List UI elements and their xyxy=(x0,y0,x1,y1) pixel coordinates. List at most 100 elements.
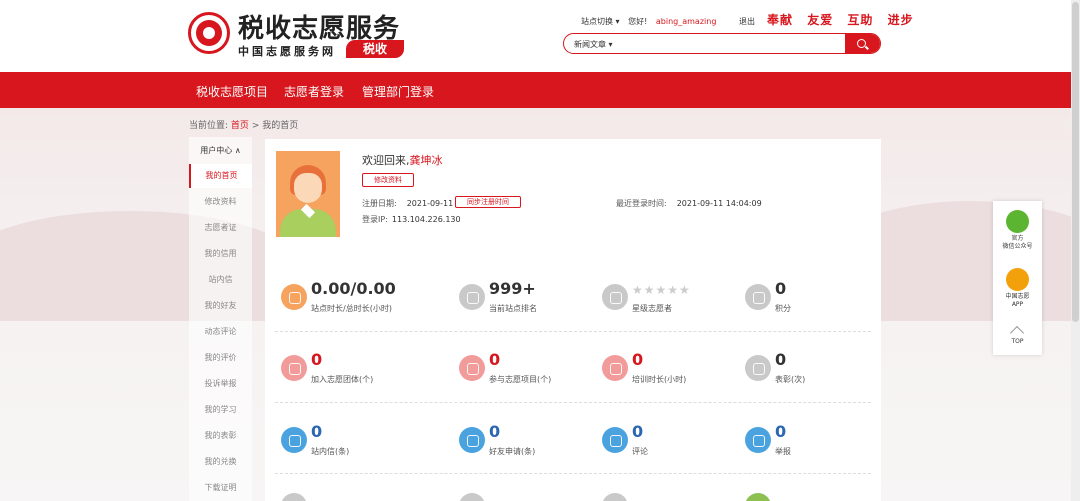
comment-icon xyxy=(602,427,628,453)
sidebar-item-evaluations[interactable]: 我的评价 xyxy=(189,346,252,370)
site-switch-link[interactable]: 站点切换 ▾ xyxy=(581,17,620,26)
breadcrumb: 当前位置: 首页 > 我的首页 xyxy=(189,118,298,131)
username-link[interactable]: abing_amazing xyxy=(656,17,717,26)
sidebar-item-honors[interactable]: 我的表彰 xyxy=(189,424,252,448)
site-header: 税收志愿服务 中国志愿服务网 税收 站点切换 ▾ 您好! abing_amazi… xyxy=(0,0,1080,72)
back-to-top-button[interactable]: TOP xyxy=(993,338,1042,346)
stat-number: 0 xyxy=(311,422,323,441)
partial-stat-icon xyxy=(281,493,307,501)
stat-label: 加入志愿团体(个) xyxy=(311,375,374,384)
nav-item-volunteer-login[interactable]: 志愿者登录 xyxy=(284,83,344,100)
welcome-prefix: 欢迎回来, xyxy=(362,154,410,167)
send-icon xyxy=(745,427,771,453)
stat-groups[interactable]: 0 加入志愿团体(个) xyxy=(281,351,421,391)
partial-stat-icon xyxy=(745,493,771,501)
site-subtitle: 中国志愿服务网 xyxy=(238,45,336,58)
partial-stat-icon xyxy=(602,493,628,501)
sidebar-item-certificate[interactable]: 下载证明 xyxy=(189,476,252,500)
stat-comments[interactable]: 0 评论 xyxy=(602,423,742,463)
medal-icon xyxy=(745,355,771,381)
register-date-value: 2021-09-11 xyxy=(406,199,454,208)
stat-projects[interactable]: 0 参与志愿项目(个) xyxy=(459,351,599,391)
sidebar-head[interactable]: 用户中心 ∧ xyxy=(189,145,252,156)
stat-honors[interactable]: 0 表彰(次) xyxy=(745,351,885,391)
sidebar-item-friends[interactable]: 我的好友 xyxy=(189,294,252,318)
avatar[interactable] xyxy=(276,151,340,237)
sidebar-item-volunteer-card[interactable]: 志愿者证 xyxy=(189,216,252,240)
breadcrumb-home-link[interactable]: 首页 xyxy=(231,121,249,131)
sidebar-item-home[interactable]: 我的首页 xyxy=(189,164,252,188)
login-ip-label: 登录IP: xyxy=(362,215,388,224)
divider xyxy=(275,331,871,332)
site-tag: 税收 xyxy=(346,40,404,58)
last-login-value: 2021-09-11 14:04:09 xyxy=(676,199,762,208)
profile-panel: 欢迎回来,龚坤冰 修改资料 注册日期: 2021-09-11 同步注册时间 最近登… xyxy=(265,139,881,501)
sidebar-item-comments[interactable]: 动态评论 xyxy=(189,320,252,344)
edit-profile-button[interactable]: 修改资料 xyxy=(362,173,414,187)
phone-app-icon[interactable] xyxy=(1006,268,1029,291)
breadcrumb-current: 我的首页 xyxy=(262,121,299,131)
sidebar-item-complaints[interactable]: 投诉举报 xyxy=(189,372,252,396)
divider xyxy=(275,402,871,403)
top-links: 站点切换 ▾ 您好! abing_amazing 退出 xyxy=(581,16,761,27)
wechat-icon[interactable] xyxy=(1006,210,1029,233)
sidebar-item-exchange[interactable]: 我的兑换 xyxy=(189,450,252,474)
stat-number: 0 xyxy=(632,422,644,441)
page-scrollbar[interactable] xyxy=(1071,0,1080,501)
stat-number: 0.00/0.00 xyxy=(311,279,396,298)
mail-icon xyxy=(281,427,307,453)
coins-icon xyxy=(745,284,771,310)
stat-training[interactable]: 0 培训时长(小时) xyxy=(602,351,742,391)
breadcrumb-sep: > xyxy=(251,121,260,131)
stat-label: 培训时长(小时) xyxy=(632,375,687,384)
divider xyxy=(275,473,871,474)
app-label[interactable]: 中国志愿 APP xyxy=(993,293,1042,309)
stat-friend-requests[interactable]: 0 好友申请(条) xyxy=(459,423,599,463)
logout-link[interactable]: 退出 xyxy=(739,17,755,26)
stat-duration[interactable]: 0.00/0.00 站点时长/总时长(小时) xyxy=(281,280,421,320)
stat-number: 0 xyxy=(489,350,501,369)
nav-item-admin-login[interactable]: 管理部门登录 xyxy=(362,83,434,100)
slogan: 奉献 友爱 互助 进步 xyxy=(767,11,923,28)
user-display-name: 龚坤冰 xyxy=(409,154,443,167)
search-bar[interactable]: 新闻文章 ▾ xyxy=(563,33,881,54)
sync-register-time-button[interactable]: 同步注册时间 xyxy=(455,196,521,208)
sidebar-item-messages[interactable]: 站内信 xyxy=(189,268,252,292)
stat-rank[interactable]: 999+ 当前站点排名 xyxy=(459,280,599,320)
stat-label: 站内信(条) xyxy=(311,447,350,456)
clipboard-icon xyxy=(459,355,485,381)
stat-label: 举报 xyxy=(775,447,791,456)
stat-messages[interactable]: 0 站内信(条) xyxy=(281,423,421,463)
stat-label: 好友申请(条) xyxy=(489,447,536,456)
last-login-label: 最近登录时间: xyxy=(616,199,667,208)
stat-label: 积分 xyxy=(775,304,791,313)
star-rating: ★★★★★ xyxy=(632,283,691,297)
floating-toolbar: 官方 微信公众号 中国志愿 APP TOP xyxy=(993,201,1042,355)
stat-reports[interactable]: 0 举报 xyxy=(745,423,885,463)
slogan-word: 进步 xyxy=(887,13,914,27)
sidebar-item-edit-profile[interactable]: 修改资料 xyxy=(189,190,252,214)
clock-icon xyxy=(602,355,628,381)
stat-star-level[interactable]: ★★★★★ 星级志愿者 xyxy=(602,280,742,320)
stat-points[interactable]: 0 积分 xyxy=(745,280,885,320)
stat-label: 当前站点排名 xyxy=(489,304,537,313)
last-login: 最近登录时间: 2021-09-11 14:04:09 xyxy=(616,198,762,209)
stat-number: 0 xyxy=(489,422,501,441)
register-date-label: 注册日期: xyxy=(362,199,397,208)
search-button[interactable] xyxy=(845,34,880,53)
scrollbar-thumb[interactable] xyxy=(1072,2,1079,322)
stat-number: 0 xyxy=(775,279,787,298)
logo-seal-icon[interactable] xyxy=(188,12,230,54)
slogan-word: 奉献 xyxy=(767,13,794,27)
main-nav: 税收志愿项目 志愿者登录 管理部门登录 xyxy=(0,72,1080,108)
search-type-select[interactable]: 新闻文章 ▾ xyxy=(574,39,613,50)
trophy-icon xyxy=(459,284,485,310)
sidebar-item-credit[interactable]: 我的信用 xyxy=(189,242,252,266)
sidebar-item-learning[interactable]: 我的学习 xyxy=(189,398,252,422)
search-icon xyxy=(857,39,866,48)
wechat-label[interactable]: 官方 微信公众号 xyxy=(993,235,1042,251)
nav-item-projects[interactable]: 税收志愿项目 xyxy=(196,83,268,100)
group-icon xyxy=(281,355,307,381)
slogan-word: 互助 xyxy=(847,13,874,27)
chat-icon xyxy=(459,427,485,453)
